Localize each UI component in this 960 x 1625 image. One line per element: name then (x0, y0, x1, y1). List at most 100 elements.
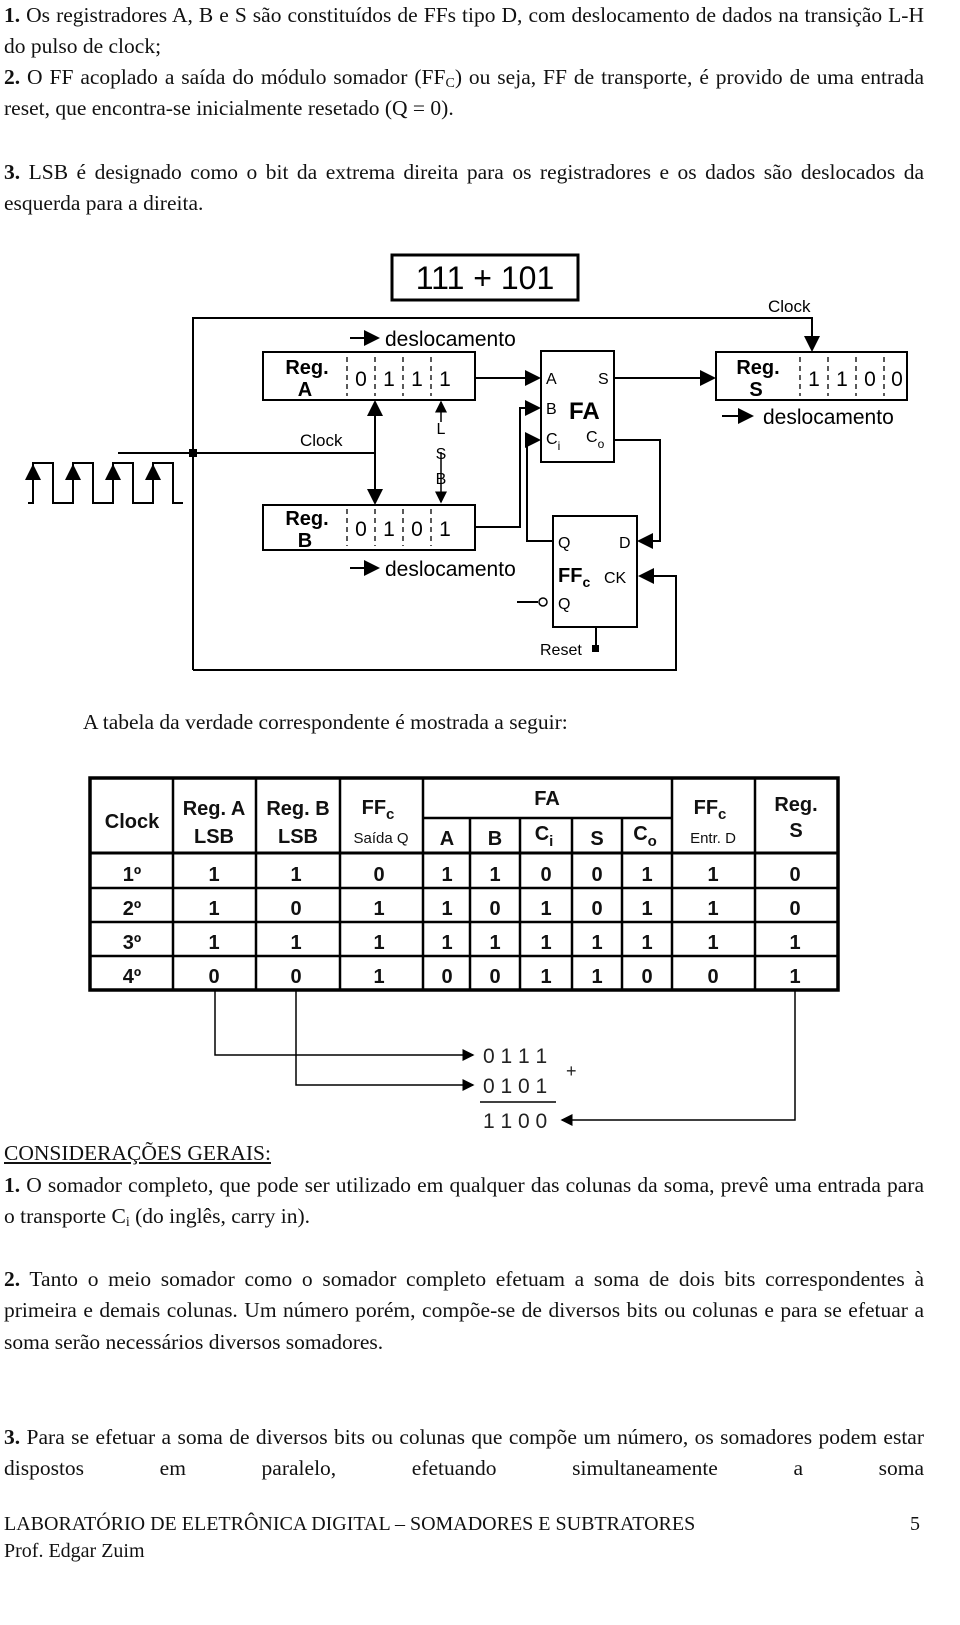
table-cell: 0 (290, 898, 301, 920)
fa-input-a: A (546, 371, 557, 388)
table-cell: 0 (641, 966, 652, 988)
table-cell: 1 (489, 932, 500, 954)
table-cell: 0 (489, 966, 500, 988)
row-clock-cell: 1º (123, 864, 141, 886)
header-fa: FA (534, 788, 560, 810)
table-cell: 1 (540, 966, 551, 988)
table-cell: 0 (591, 898, 602, 920)
row-clock-cell: 2º (123, 898, 141, 920)
table-cell: 1 (707, 898, 718, 920)
header-reg-s-name: S (789, 820, 802, 842)
ff-q-bar: Q (558, 596, 570, 613)
shift-label-s: deslocamento (763, 406, 894, 429)
shift-label-b: deslocamento (385, 558, 516, 581)
sum-operand-b: 0 1 0 1 (483, 1075, 547, 1098)
reset-label: Reset (540, 642, 582, 659)
bit: 0 (864, 368, 876, 391)
header-reg-s: Reg. (774, 794, 817, 816)
table-cell: 1 (489, 864, 500, 886)
header-ffc-d-sub: Entr. D (690, 830, 736, 847)
bit: 0 (891, 368, 903, 391)
fa-output-co: Co (586, 429, 605, 451)
header-fa-b: B (488, 828, 502, 850)
clock-label: Clock (768, 297, 811, 316)
header-ffc-q: FFc (362, 797, 395, 823)
table-cell: 1 (208, 898, 219, 920)
consideration-1: 1. O somador completo, que pode ser util… (4, 1170, 924, 1233)
table-cell: 1 (373, 898, 384, 920)
table-cell: 1 (707, 864, 718, 886)
circuit-diagram: 111 + 101 Clock Clock deslocamento deslo… (25, 253, 908, 671)
clock-label: Clock (300, 431, 343, 450)
item-number: 2. (4, 65, 21, 89)
table-cell: 0 (707, 966, 718, 988)
reg-b-name: B (298, 530, 312, 552)
paragraph-text: Os registradores A, B e S são constituíd… (4, 3, 924, 59)
header-fa-ci: Ci (535, 823, 554, 850)
bit: 1 (383, 518, 395, 541)
table-cell: 1 (540, 898, 551, 920)
table-cell: 0 (489, 898, 500, 920)
table-cell: 1 (789, 932, 800, 954)
table-cell: 1 (373, 966, 384, 988)
table-cell: 0 (373, 864, 384, 886)
ff-d: D (619, 535, 631, 552)
paragraph-text: (do inglês, carry in). (129, 1204, 311, 1229)
page-number: 5 (910, 1513, 920, 1535)
table-cell: 1 (591, 932, 602, 954)
table-caption: A tabela da verdade correspondente é mos… (83, 710, 568, 734)
table-cell: 1 (641, 932, 652, 954)
clock-wire-ff (193, 568, 677, 671)
paragraph-2: 2. O FF acoplado a saída do módulo somad… (4, 62, 924, 125)
table-cell: 1 (441, 864, 452, 886)
table-cell: 1 (441, 898, 452, 920)
reg-a-name: A (298, 379, 312, 401)
table-cell: 0 (441, 966, 452, 988)
reg-s-name: S (749, 379, 762, 401)
header-ffc-q-sub: Saída Q (353, 830, 408, 847)
header-fa-co: Co (633, 823, 657, 850)
bit: 1 (411, 368, 423, 391)
header-clock: Clock (105, 811, 160, 833)
table-cell: 1 (441, 932, 452, 954)
header-reg-a-lsb: LSB (194, 826, 234, 848)
table-cell: 1 (290, 864, 301, 886)
ff-q: Q (558, 535, 570, 552)
fa-input-b: B (546, 401, 557, 418)
header-reg-b-lsb: LSB (278, 826, 318, 848)
diagram-title: 111 + 101 (416, 260, 555, 296)
paragraph-text: Tanto o meio somador como o somador comp… (4, 1267, 924, 1354)
lsb-letter: B (436, 471, 447, 488)
ff-ck: CK (604, 570, 627, 587)
table-cell: 1 (707, 932, 718, 954)
table-cell: 0 (591, 864, 602, 886)
table-cell: 0 (789, 898, 800, 920)
item-number: 3. (4, 1425, 21, 1449)
table-cell: 0 (789, 864, 800, 886)
paragraph-1: 1. Os registradores A, B e S são constit… (4, 0, 924, 63)
header-reg-b: Reg. B (266, 798, 329, 820)
item-number: 3. (4, 160, 21, 184)
bit: 1 (836, 368, 848, 391)
fa-label: FA (569, 398, 600, 425)
table-cell: 1 (591, 966, 602, 988)
paragraph-text: Para se efetuar a soma de diversos bits … (4, 1425, 925, 1481)
clock-waveform (28, 462, 183, 504)
bit: 0 (355, 518, 367, 541)
bit: 1 (439, 368, 451, 391)
paragraph-3: 3. LSB é designado como o bit da extrema… (4, 157, 924, 220)
table-cell: 1 (641, 864, 652, 886)
fa-input-ci: Ci (546, 431, 560, 453)
header-fa-s: S (590, 828, 603, 850)
header-ffc-d: FFc (694, 797, 727, 823)
lsb-letter: S (436, 446, 447, 463)
sum-operand-a: 0 1 1 1 (483, 1045, 547, 1068)
row-clock-cell: 3º (123, 932, 141, 954)
bit: 0 (355, 368, 367, 391)
table-cell: 0 (540, 864, 551, 886)
table-cell: 1 (290, 932, 301, 954)
footer-author: Prof. Edgar Zuim (4, 1540, 145, 1562)
reg-b-label: Reg. (285, 508, 328, 530)
bit: 1 (439, 518, 451, 541)
item-number: 2. (4, 1267, 21, 1291)
